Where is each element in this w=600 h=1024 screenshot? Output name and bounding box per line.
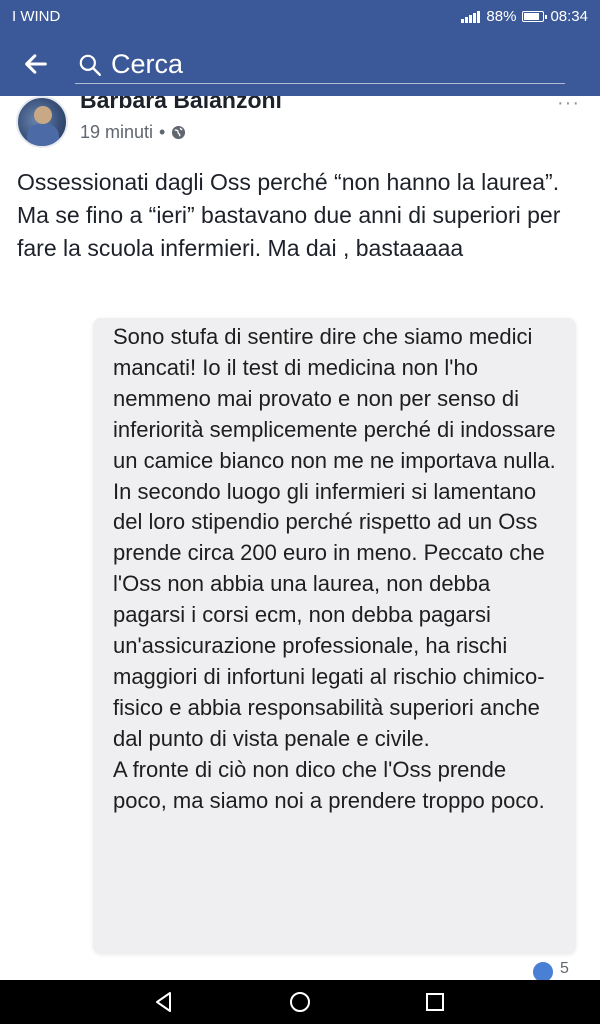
reaction-strip: 5 — [0, 960, 600, 980]
status-bar: I WIND 88% 08:34 — [0, 0, 600, 32]
post-timestamp[interactable]: 19 minuti — [80, 122, 153, 143]
app-bar: Cerca — [0, 32, 600, 96]
search-input[interactable]: Cerca — [75, 46, 565, 84]
circle-home-icon[interactable] — [288, 990, 312, 1014]
globe-icon — [172, 125, 186, 140]
search-placeholder: Cerca — [111, 49, 184, 79]
quoted-text: Sono stufa di sentire dire che siamo med… — [113, 324, 556, 813]
like-reaction-icon[interactable] — [531, 960, 555, 980]
carrier-label: I WIND — [12, 8, 61, 25]
reaction-count[interactable]: 5 — [560, 960, 569, 978]
square-recent-icon[interactable] — [424, 991, 446, 1013]
triangle-back-icon[interactable] — [152, 990, 176, 1014]
author-name[interactable]: Barbara Balanzoni — [80, 96, 282, 114]
post-header: Barbara Balanzoni 19 minuti • ··· — [0, 96, 600, 152]
meta-separator: • — [159, 122, 166, 142]
post-meta: 19 minuti • — [80, 122, 186, 143]
status-right: 88% 08:34 — [461, 8, 588, 25]
search-icon — [79, 54, 101, 76]
more-options-icon[interactable]: ··· — [557, 96, 580, 115]
arrow-left-icon[interactable] — [22, 50, 50, 78]
system-nav-bar — [0, 980, 600, 1024]
battery-icon — [522, 11, 548, 22]
avatar[interactable] — [16, 96, 68, 148]
battery-percent: 88% — [486, 8, 517, 25]
signal-icon — [461, 10, 481, 23]
quoted-image[interactable]: Sono stufa di sentire dire che siamo med… — [93, 318, 576, 954]
clock: 08:34 — [550, 8, 588, 25]
post-text: Ossessionati dagli Oss perché “non hanno… — [17, 169, 561, 261]
